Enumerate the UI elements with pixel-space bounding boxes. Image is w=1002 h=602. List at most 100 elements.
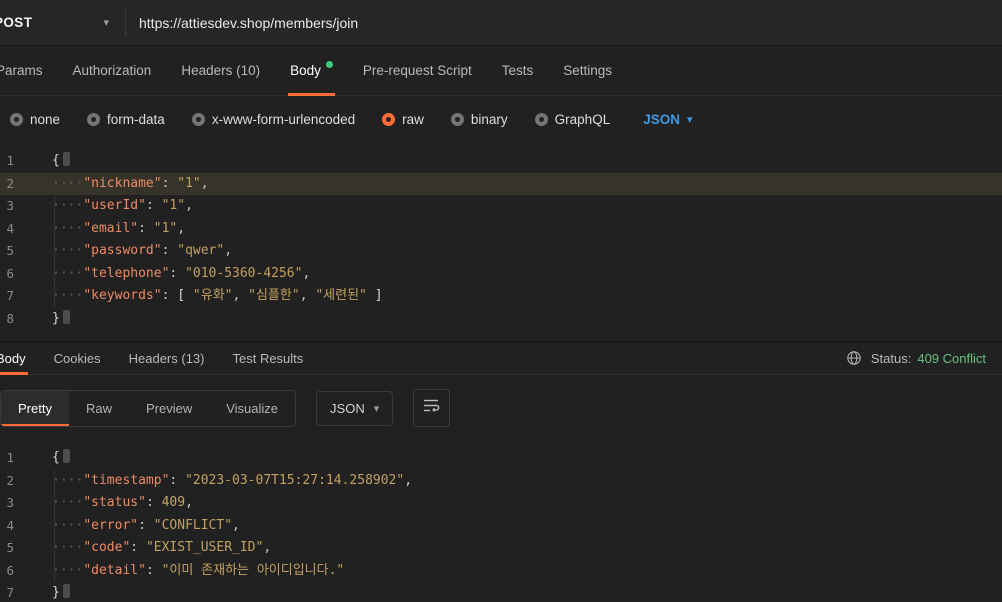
view-raw[interactable]: Raw (69, 391, 129, 426)
wrap-lines-icon (423, 398, 440, 418)
code-line[interactable]: 5 ····"password": "qwer", (0, 240, 1002, 263)
code-line[interactable]: 5 ····"code": "EXIST_USER_ID", (0, 537, 1002, 560)
code-text: { (28, 150, 1002, 173)
radio-binary[interactable]: binary (450, 112, 508, 127)
radio-form-data-label: form-data (107, 111, 165, 127)
view-visualize[interactable]: Visualize (209, 391, 295, 426)
radio-none-label: none (30, 111, 61, 127)
tab-response-headers[interactable]: Headers (13) (129, 342, 205, 374)
fold-marker[interactable] (62, 152, 70, 166)
code-line[interactable]: 7 ····"keywords": [ "유화", "심플한", "세련된" ] (0, 285, 1002, 308)
radio-form-data[interactable]: form-data (87, 112, 165, 127)
line-number: 4 (6, 220, 14, 236)
line-number: 1 (6, 450, 14, 465)
response-body-editor[interactable]: 1{2 ····"timestamp": "2023-03-07T15:27:14… (0, 439, 1002, 602)
chevron-down-icon: ▾ (686, 113, 693, 126)
method-label: POST (0, 15, 33, 30)
code-line[interactable]: 6 ····"detail": "이미 존재하는 아이디입니다." (0, 560, 1002, 583)
radio-circle-icon (191, 112, 205, 126)
code-line[interactable]: 1{ (0, 447, 1002, 470)
request-url-bar: POST ▾ https://attiesdev.shop/members/jo… (0, 0, 1002, 46)
code-text: ····"keywords": [ "유화", "심플한", "세련된" ] (52, 288, 383, 303)
tab-authorization[interactable]: Authorization (73, 46, 152, 95)
request-tabs: Params Authorization Headers (10) Body P… (0, 46, 1002, 96)
line-number: 7 (6, 288, 14, 303)
code-text: { (28, 447, 1002, 470)
fold-marker[interactable] (62, 309, 70, 324)
response-status-area: Status: 409 Conflict (846, 342, 986, 374)
response-view-toggle: Pretty Raw Preview Visualize (0, 389, 297, 427)
view-preview[interactable]: Preview (129, 391, 209, 426)
code-text: ····"nickname": "1", (52, 175, 209, 191)
code-line[interactable]: 3 ····"status": 409, (0, 492, 1002, 515)
tab-body[interactable]: Body (288, 46, 335, 96)
code-line[interactable]: 2 ····"timestamp": "2023-03-07T15:27:14.2… (0, 470, 1002, 493)
request-body-editor[interactable]: 1{2 ····"nickname": "1", 3 ····"userId": "1… (0, 142, 1002, 341)
code-line[interactable]: 2 ····"nickname": "1", (0, 172, 1002, 195)
code-line[interactable]: 4 ····"error": "CONFLICT", (0, 515, 1002, 538)
radio-graphql-label: GraphQL (554, 111, 611, 127)
code-line[interactable]: 6 ····"telephone": "010-5360-4256", (0, 263, 1002, 286)
radio-circle-selected-icon (382, 112, 396, 126)
line-number: 8 (6, 310, 14, 326)
chevron-down-icon: ▾ (373, 402, 380, 415)
tab-test-results[interactable]: Test Results (232, 342, 303, 374)
code-text: } (28, 308, 1002, 331)
code-text: ····"detail": "이미 존재하는 아이디입니다." (52, 562, 345, 578)
radio-none[interactable]: none (10, 112, 60, 127)
indent-guide (54, 173, 55, 307)
radio-circle-icon (87, 112, 101, 126)
view-pretty[interactable]: Pretty (1, 390, 69, 426)
method-dropdown[interactable]: POST ▾ (0, 0, 125, 45)
code-text: ····"email": "1", (52, 220, 186, 236)
indent-guide (54, 470, 55, 582)
tab-cookies[interactable]: Cookies (54, 342, 101, 374)
line-number: 3 (6, 495, 14, 510)
raw-language-dropdown[interactable]: JSON ▾ (643, 112, 692, 127)
tab-body-label: Body (290, 63, 321, 78)
radio-graphql[interactable]: GraphQL (534, 111, 611, 127)
code-text: ····"error": "CONFLICT", (52, 517, 240, 533)
radio-raw[interactable]: raw (382, 112, 424, 127)
tab-settings[interactable]: Settings (563, 46, 612, 95)
code-line[interactable]: 1{ (0, 150, 1002, 173)
chevron-down-icon: ▾ (103, 17, 109, 29)
code-line[interactable]: 8} (0, 308, 1002, 331)
line-number: 2 (6, 175, 14, 191)
response-language-dropdown[interactable]: JSON ▾ (316, 390, 394, 426)
tab-tests[interactable]: Tests (502, 46, 534, 95)
radio-circle-icon (450, 112, 464, 126)
radio-circle-icon (534, 112, 548, 126)
postman-window: POST ▾ https://attiesdev.shop/members/jo… (0, 0, 1002, 602)
body-modified-dot (325, 61, 333, 68)
code-line[interactable]: 4 ····"email": "1", (0, 218, 1002, 241)
response-tabs: Body Cookies Headers (13) Test Results S… (0, 342, 1002, 375)
raw-language-label: JSON (643, 111, 680, 127)
url-input[interactable]: https://attiesdev.shop/members/join (126, 0, 1002, 45)
body-type-row: none form-data x-www-form-urlencoded raw… (0, 96, 1002, 142)
line-number: 7 (6, 585, 14, 600)
fold-marker[interactable] (62, 449, 70, 463)
tab-params[interactable]: Params (0, 46, 43, 95)
code-text: } (28, 582, 1002, 602)
status-label: Status: (870, 350, 912, 366)
code-line[interactable]: 7} (0, 582, 1002, 602)
radio-raw-label: raw (402, 111, 424, 127)
code-text: ····"timestamp": "2023-03-07T15:27:14.25… (52, 472, 413, 488)
radio-circle-icon (10, 112, 23, 126)
fold-marker[interactable] (62, 584, 70, 598)
line-number: 4 (6, 517, 14, 533)
network-globe-icon[interactable] (846, 350, 862, 366)
response-section: Body Cookies Headers (13) Test Results S… (0, 341, 1002, 602)
code-text: ····"code": "EXIST_USER_ID", (52, 540, 272, 555)
code-line[interactable]: 3 ····"userId": "1", (0, 195, 1002, 218)
response-view-row: Pretty Raw Preview Visualize JSON ▾ (0, 375, 1002, 439)
wrap-lines-button[interactable] (413, 389, 451, 427)
radio-x-www-form-urlencoded[interactable]: x-www-form-urlencoded (191, 112, 355, 127)
line-number: 3 (6, 198, 14, 213)
tab-response-body[interactable]: Body (0, 342, 28, 375)
tab-pre-request-script[interactable]: Pre-request Script (363, 46, 472, 95)
tab-headers[interactable]: Headers (10) (181, 46, 260, 95)
line-number: 1 (6, 153, 14, 168)
line-number: 2 (6, 472, 14, 488)
